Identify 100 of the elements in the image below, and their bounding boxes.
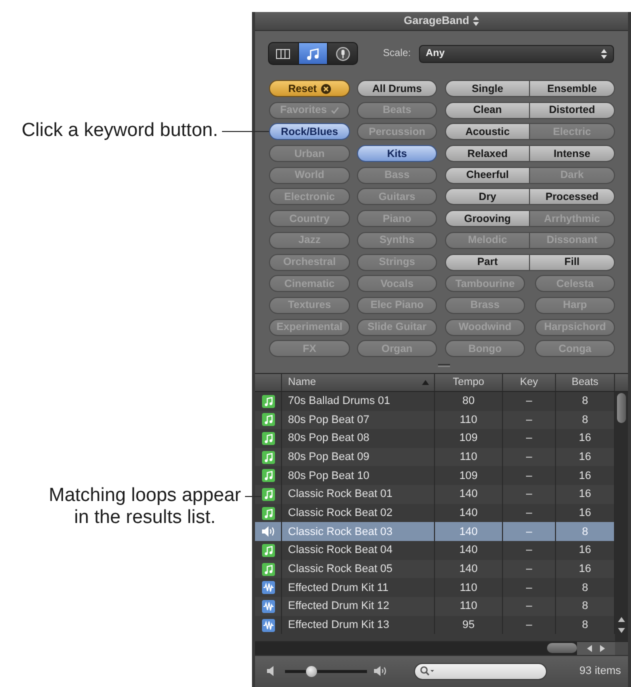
scrollbar-thumb[interactable] <box>617 392 626 423</box>
table-cell: 140 <box>459 526 478 538</box>
table-cell: 80s Pop Beat 10 <box>288 470 370 482</box>
table-cell: 110 <box>460 451 478 464</box>
column-header[interactable]: Beats <box>556 374 615 391</box>
keyword-button[interactable]: All Drums <box>357 80 437 97</box>
left-arrow-icon <box>587 644 592 652</box>
table-row[interactable]: Classic Rock Beat 02 140 – 16 <box>255 504 615 522</box>
table-cell: 140 <box>459 563 478 576</box>
table-cell: – <box>526 488 532 500</box>
table-cell: 95 <box>462 619 475 632</box>
callout-text: Matching loops appear in the results list. <box>48 485 241 529</box>
keyword-button[interactable]: Processed <box>530 188 615 206</box>
table-row[interactable]: Classic Rock Beat 03 140 – 8 <box>255 522 615 542</box>
table-cell: 16 <box>578 507 592 520</box>
up-down-arrows-icon <box>473 16 480 26</box>
table-cell: – <box>526 563 532 576</box>
volume-slider-thumb[interactable] <box>306 666 318 677</box>
callout-text: Click a keyword button. <box>22 120 218 142</box>
microphone-icon <box>336 46 350 60</box>
table-cell: 80s Pop Beat 08 <box>288 432 370 444</box>
table-cell: 110 <box>460 600 478 612</box>
column-header[interactable]: Tempo <box>435 374 503 391</box>
table-cell: – <box>526 395 532 408</box>
table-row[interactable]: Classic Rock Beat 05 140 – 16 <box>255 560 615 578</box>
table-cell: 16 <box>578 488 592 500</box>
scrollbar-thumb[interactable] <box>547 643 577 654</box>
table-cell: 109 <box>459 432 478 444</box>
column-header[interactable]: Key <box>503 374 556 391</box>
table-cell: 8 <box>582 600 588 612</box>
keyword-button[interactable]: Fill <box>530 254 615 270</box>
keyword-button[interactable]: Distorted <box>530 102 615 119</box>
keyword-button[interactable]: Intense <box>530 145 615 162</box>
keyword-button[interactable]: Clean <box>445 102 530 119</box>
table-cell: – <box>526 600 532 612</box>
keyword-button[interactable]: Cheerful <box>445 166 530 184</box>
table-cell: 16 <box>578 470 592 482</box>
table-cell: Effected Drum Kit 12 <box>288 600 390 612</box>
table-cell: 8 <box>582 414 588 426</box>
up-arrow-icon <box>618 616 625 622</box>
table-row[interactable]: 80s Pop Beat 07 110 – 8 <box>255 410 615 430</box>
item-count: 93 items <box>579 665 621 678</box>
keyword-button[interactable]: Acoustic <box>445 123 530 140</box>
library-popup[interactable]: GarageBand <box>404 15 480 27</box>
music-note-icon <box>307 48 319 60</box>
keyword-button[interactable]: Ensemble <box>530 80 615 97</box>
table-cell: 70s Ballad Drums 01 <box>288 395 390 408</box>
check-icon <box>330 106 339 114</box>
table-cell: 8 <box>582 582 588 594</box>
column-header[interactable]: Name <box>282 374 435 391</box>
table-cell: 80s Pop Beat 07 <box>288 414 370 426</box>
table-cell: Effected Drum Kit 13 <box>288 619 390 632</box>
scale-label: Scale: <box>383 48 411 59</box>
keyword-button[interactable]: Single <box>445 80 530 97</box>
table-cell: Classic Rock Beat 03 <box>288 526 393 538</box>
keyword-button[interactable]: Kits <box>357 145 437 162</box>
speaker-icon <box>267 666 276 676</box>
table-cell: 140 <box>459 544 478 556</box>
leader-line <box>245 496 261 497</box>
table-cell: – <box>526 470 532 482</box>
table-row[interactable]: 80s Pop Beat 09 110 – 16 <box>255 448 615 466</box>
table-cell: Classic Rock Beat 02 <box>288 507 393 520</box>
columns-icon <box>276 48 290 58</box>
table-cell: 16 <box>578 432 592 444</box>
table-cell: – <box>526 432 532 444</box>
keyword-button[interactable]: Grooving <box>445 210 530 228</box>
table-cell: 140 <box>459 507 478 520</box>
view-switcher[interactable] <box>268 42 358 65</box>
table-cell: 140 <box>459 488 478 500</box>
right-arrow-icon <box>600 644 605 652</box>
keyword-button[interactable]: Dry <box>445 188 530 206</box>
table-cell: 80 <box>462 395 475 408</box>
table-cell: 8 <box>582 395 588 408</box>
table-cell: 8 <box>582 619 588 632</box>
table-row[interactable]: Classic Rock Beat 01 140 – 16 <box>255 485 615 504</box>
table-cell: – <box>526 507 532 520</box>
table-cell: – <box>526 414 532 426</box>
keyword-button[interactable]: Part <box>445 254 530 270</box>
table-cell: – <box>526 619 532 632</box>
view-tab[interactable] <box>298 43 328 64</box>
speaker-waves-icon <box>374 666 387 676</box>
table-row[interactable]: Effected Drum Kit 12 110 – 8 <box>255 597 615 616</box>
table-cell: 16 <box>578 544 592 556</box>
keyword-button[interactable]: Relaxed <box>445 145 530 162</box>
table-cell: – <box>526 451 532 464</box>
table-row[interactable]: Effected Drum Kit 13 95 – 8 <box>255 616 615 634</box>
search-field[interactable] <box>414 662 547 680</box>
table-cell: Effected Drum Kit 11 <box>288 582 388 594</box>
scale-dropdown[interactable]: Any <box>418 44 614 62</box>
keyword-button[interactable]: Rock/Blues <box>269 123 350 140</box>
table-cell: 80s Pop Beat 09 <box>288 451 370 464</box>
table-cell: Classic Rock Beat 05 <box>288 563 393 576</box>
table-cell: 16 <box>578 563 592 576</box>
leader-line <box>222 131 269 132</box>
resize-handle[interactable] <box>438 364 450 367</box>
table-cell: Classic Rock Beat 01 <box>288 488 393 500</box>
table-cell: 110 <box>460 582 478 594</box>
reset-button[interactable]: Reset <box>269 80 350 97</box>
clear-icon <box>320 84 331 94</box>
down-arrow-icon <box>618 628 625 633</box>
